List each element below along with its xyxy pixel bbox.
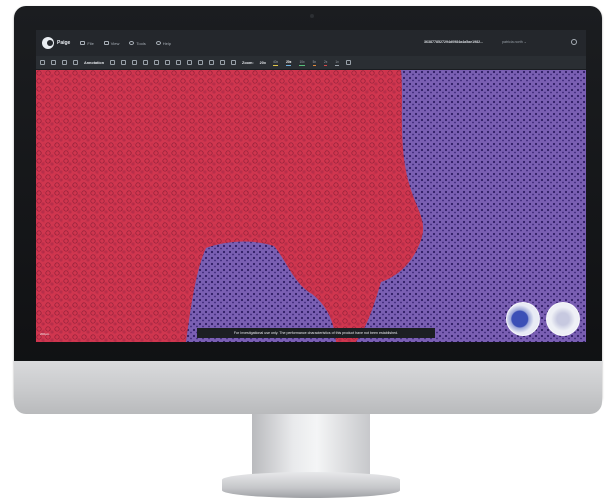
- text-icon[interactable]: [165, 60, 171, 65]
- monitor-stand-base: [222, 472, 400, 498]
- monitor-stand-neck: [252, 414, 370, 476]
- zoom-preset-swatch: [312, 64, 316, 66]
- menu-label: Tools: [136, 40, 146, 46]
- zoom-preset-swatch: [335, 64, 339, 66]
- zoom-preset-10x[interactable]: 10x: [298, 60, 305, 66]
- link-icon[interactable]: [209, 60, 215, 65]
- menu-label: View: [110, 40, 120, 46]
- help-icon: [155, 41, 161, 45]
- rectangle-icon[interactable]: [132, 60, 138, 65]
- zoom-preset-label: 20x: [286, 59, 292, 64]
- minimap-thumbnail[interactable]: [506, 302, 540, 336]
- comment-icon[interactable]: [231, 60, 237, 65]
- menu-help[interactable]: Help: [155, 40, 171, 46]
- zoom-preset-2x[interactable]: 2x: [323, 60, 328, 66]
- zoom-preset-label: 10x: [299, 59, 305, 64]
- zoom-preset-swatch: [299, 64, 305, 66]
- grid-icon[interactable]: [62, 60, 67, 65]
- user-name: patricia.north: [502, 40, 523, 44]
- grid-view-icon[interactable]: [187, 60, 193, 65]
- square-icon[interactable]: [176, 60, 182, 65]
- ruler-icon[interactable]: [143, 60, 149, 65]
- toolbar: Annotation Zoom: 20x 40x 20x 10x 5x 2x 1…: [36, 56, 586, 70]
- paige-logo-icon: [42, 37, 54, 49]
- screen: Paige File View Tools Help 3638778527294…: [36, 30, 586, 342]
- layers-icon[interactable]: [40, 60, 45, 65]
- minimap-overview[interactable]: [546, 302, 580, 336]
- zoom-label: Zoom:: [242, 60, 254, 65]
- annotation-label: Annotation: [84, 60, 105, 65]
- stage: Paige File View Tools Help 3638778527294…: [0, 0, 611, 504]
- zoom-value[interactable]: 20x: [260, 61, 266, 65]
- tools-icon: [129, 41, 135, 45]
- view-icon: [103, 41, 109, 45]
- scale-bar: 200µm: [40, 332, 50, 336]
- menu-tools[interactable]: Tools: [129, 40, 146, 46]
- brush-icon[interactable]: [121, 60, 127, 65]
- zoom-preset-swatch: [286, 64, 292, 66]
- app-logo[interactable]: Paige: [42, 37, 70, 49]
- zoom-preset-swatch: [273, 64, 279, 66]
- menu-bar: Paige File View Tools Help 3638778527294…: [36, 30, 586, 56]
- heart-icon[interactable]: [345, 60, 351, 65]
- tumor-overlay: [36, 70, 586, 342]
- zoom-preset-40x[interactable]: 40x: [272, 60, 279, 66]
- zoom-preset-label: 2x: [323, 59, 328, 64]
- menu-label: File: [87, 40, 94, 46]
- folder-icon: [80, 41, 86, 45]
- move-icon[interactable]: [73, 60, 78, 65]
- zoom-preset-swatch: [323, 64, 328, 66]
- pointer-icon[interactable]: [51, 60, 56, 65]
- arrow-icon[interactable]: [154, 60, 160, 65]
- zoom-preset-label: 5x: [312, 59, 316, 64]
- image-icon[interactable]: [198, 60, 204, 65]
- webcam: [310, 14, 314, 18]
- menu-label: Help: [162, 40, 171, 46]
- slide-viewer[interactable]: 200µm For Investigational use only. The …: [36, 70, 586, 342]
- gear-icon[interactable]: [571, 39, 577, 45]
- zoom-preset-5x[interactable]: 5x: [312, 60, 317, 66]
- crop-icon[interactable]: [220, 60, 226, 65]
- app-name: Paige: [57, 40, 71, 46]
- zoom-preset-label: 1x: [335, 59, 339, 64]
- zoom-preset-label: 40x: [273, 59, 279, 64]
- zoom-preset-20x[interactable]: 20x: [285, 60, 292, 66]
- zoom-preset-1x[interactable]: 1x: [334, 60, 339, 66]
- pen-icon[interactable]: [110, 60, 116, 65]
- disclaimer-banner: For Investigational use only. The perfor…: [197, 328, 435, 338]
- menu-file[interactable]: File: [80, 40, 94, 46]
- user-menu[interactable]: patricia.north ⌄: [502, 40, 527, 44]
- case-id[interactable]: 3638778527294d0984a4a5ae1982...: [424, 40, 483, 44]
- menu-view[interactable]: View: [103, 40, 120, 46]
- monitor-chin: [14, 361, 602, 414]
